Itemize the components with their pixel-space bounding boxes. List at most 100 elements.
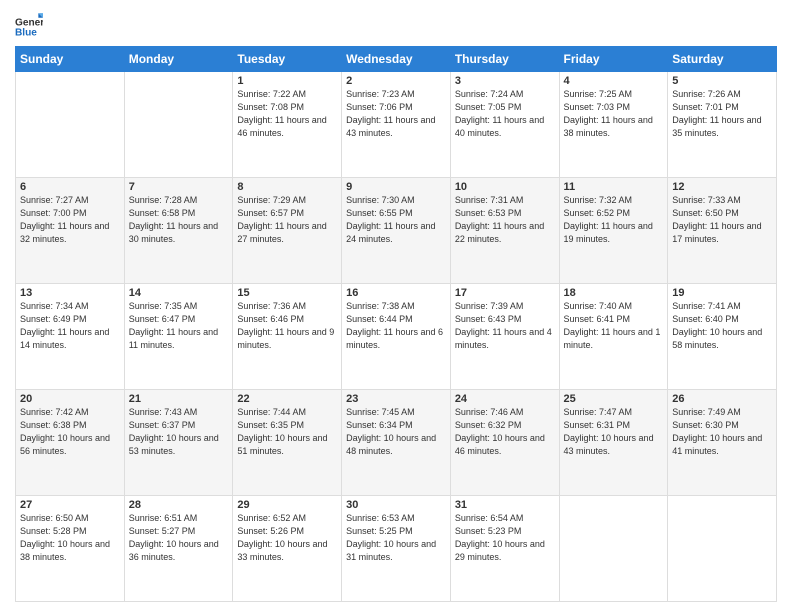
calendar-cell: 14Sunrise: 7:35 AMSunset: 6:47 PMDayligh…	[124, 284, 233, 390]
calendar-cell	[559, 496, 668, 602]
day-number: 24	[455, 393, 555, 405]
day-number: 13	[20, 287, 120, 299]
calendar-cell: 18Sunrise: 7:40 AMSunset: 6:41 PMDayligh…	[559, 284, 668, 390]
calendar-cell: 13Sunrise: 7:34 AMSunset: 6:49 PMDayligh…	[16, 284, 125, 390]
day-number: 11	[564, 181, 664, 193]
day-info: Sunrise: 7:47 AMSunset: 6:31 PMDaylight:…	[564, 406, 664, 458]
logo: General Blue	[15, 10, 43, 38]
calendar-cell: 20Sunrise: 7:42 AMSunset: 6:38 PMDayligh…	[16, 390, 125, 496]
calendar-cell: 17Sunrise: 7:39 AMSunset: 6:43 PMDayligh…	[450, 284, 559, 390]
weekday-monday: Monday	[124, 47, 233, 72]
calendar-cell: 3Sunrise: 7:24 AMSunset: 7:05 PMDaylight…	[450, 72, 559, 178]
day-number: 27	[20, 499, 120, 511]
calendar-table: SundayMondayTuesdayWednesdayThursdayFrid…	[15, 46, 777, 602]
calendar-cell: 26Sunrise: 7:49 AMSunset: 6:30 PMDayligh…	[668, 390, 777, 496]
day-info: Sunrise: 7:45 AMSunset: 6:34 PMDaylight:…	[346, 406, 446, 458]
day-info: Sunrise: 6:51 AMSunset: 5:27 PMDaylight:…	[129, 512, 229, 564]
day-info: Sunrise: 6:53 AMSunset: 5:25 PMDaylight:…	[346, 512, 446, 564]
day-number: 30	[346, 499, 446, 511]
day-info: Sunrise: 7:31 AMSunset: 6:53 PMDaylight:…	[455, 194, 555, 246]
weekday-saturday: Saturday	[668, 47, 777, 72]
calendar-cell	[124, 72, 233, 178]
day-info: Sunrise: 7:26 AMSunset: 7:01 PMDaylight:…	[672, 88, 772, 140]
day-info: Sunrise: 7:38 AMSunset: 6:44 PMDaylight:…	[346, 300, 446, 352]
page-header: General Blue	[15, 10, 777, 38]
calendar-cell: 2Sunrise: 7:23 AMSunset: 7:06 PMDaylight…	[342, 72, 451, 178]
calendar-cell: 8Sunrise: 7:29 AMSunset: 6:57 PMDaylight…	[233, 178, 342, 284]
day-info: Sunrise: 6:54 AMSunset: 5:23 PMDaylight:…	[455, 512, 555, 564]
day-number: 4	[564, 75, 664, 87]
day-number: 1	[237, 75, 337, 87]
day-info: Sunrise: 7:46 AMSunset: 6:32 PMDaylight:…	[455, 406, 555, 458]
day-info: Sunrise: 7:40 AMSunset: 6:41 PMDaylight:…	[564, 300, 664, 352]
calendar-week-2: 13Sunrise: 7:34 AMSunset: 6:49 PMDayligh…	[16, 284, 777, 390]
day-info: Sunrise: 7:22 AMSunset: 7:08 PMDaylight:…	[237, 88, 337, 140]
calendar-cell: 5Sunrise: 7:26 AMSunset: 7:01 PMDaylight…	[668, 72, 777, 178]
calendar-week-4: 27Sunrise: 6:50 AMSunset: 5:28 PMDayligh…	[16, 496, 777, 602]
calendar-cell: 24Sunrise: 7:46 AMSunset: 6:32 PMDayligh…	[450, 390, 559, 496]
weekday-sunday: Sunday	[16, 47, 125, 72]
calendar-cell: 23Sunrise: 7:45 AMSunset: 6:34 PMDayligh…	[342, 390, 451, 496]
calendar-cell: 4Sunrise: 7:25 AMSunset: 7:03 PMDaylight…	[559, 72, 668, 178]
calendar-cell: 12Sunrise: 7:33 AMSunset: 6:50 PMDayligh…	[668, 178, 777, 284]
day-info: Sunrise: 7:33 AMSunset: 6:50 PMDaylight:…	[672, 194, 772, 246]
calendar-week-0: 1Sunrise: 7:22 AMSunset: 7:08 PMDaylight…	[16, 72, 777, 178]
calendar-cell: 29Sunrise: 6:52 AMSunset: 5:26 PMDayligh…	[233, 496, 342, 602]
day-info: Sunrise: 7:25 AMSunset: 7:03 PMDaylight:…	[564, 88, 664, 140]
day-number: 9	[346, 181, 446, 193]
day-info: Sunrise: 7:32 AMSunset: 6:52 PMDaylight:…	[564, 194, 664, 246]
day-info: Sunrise: 7:39 AMSunset: 6:43 PMDaylight:…	[455, 300, 555, 352]
calendar-cell: 6Sunrise: 7:27 AMSunset: 7:00 PMDaylight…	[16, 178, 125, 284]
day-info: Sunrise: 7:35 AMSunset: 6:47 PMDaylight:…	[129, 300, 229, 352]
day-info: Sunrise: 7:43 AMSunset: 6:37 PMDaylight:…	[129, 406, 229, 458]
day-number: 3	[455, 75, 555, 87]
calendar-cell: 21Sunrise: 7:43 AMSunset: 6:37 PMDayligh…	[124, 390, 233, 496]
day-number: 10	[455, 181, 555, 193]
weekday-wednesday: Wednesday	[342, 47, 451, 72]
day-number: 2	[346, 75, 446, 87]
day-number: 22	[237, 393, 337, 405]
calendar-cell: 19Sunrise: 7:41 AMSunset: 6:40 PMDayligh…	[668, 284, 777, 390]
day-info: Sunrise: 7:28 AMSunset: 6:58 PMDaylight:…	[129, 194, 229, 246]
calendar-cell: 10Sunrise: 7:31 AMSunset: 6:53 PMDayligh…	[450, 178, 559, 284]
day-number: 12	[672, 181, 772, 193]
day-number: 19	[672, 287, 772, 299]
day-info: Sunrise: 7:34 AMSunset: 6:49 PMDaylight:…	[20, 300, 120, 352]
day-info: Sunrise: 6:50 AMSunset: 5:28 PMDaylight:…	[20, 512, 120, 564]
day-number: 25	[564, 393, 664, 405]
day-number: 29	[237, 499, 337, 511]
weekday-tuesday: Tuesday	[233, 47, 342, 72]
calendar-cell	[668, 496, 777, 602]
day-info: Sunrise: 7:44 AMSunset: 6:35 PMDaylight:…	[237, 406, 337, 458]
calendar-cell: 30Sunrise: 6:53 AMSunset: 5:25 PMDayligh…	[342, 496, 451, 602]
day-number: 7	[129, 181, 229, 193]
day-info: Sunrise: 7:41 AMSunset: 6:40 PMDaylight:…	[672, 300, 772, 352]
calendar-cell: 27Sunrise: 6:50 AMSunset: 5:28 PMDayligh…	[16, 496, 125, 602]
day-number: 21	[129, 393, 229, 405]
day-info: Sunrise: 7:24 AMSunset: 7:05 PMDaylight:…	[455, 88, 555, 140]
day-info: Sunrise: 7:42 AMSunset: 6:38 PMDaylight:…	[20, 406, 120, 458]
day-number: 17	[455, 287, 555, 299]
calendar-cell: 28Sunrise: 6:51 AMSunset: 5:27 PMDayligh…	[124, 496, 233, 602]
calendar-cell	[16, 72, 125, 178]
svg-text:Blue: Blue	[15, 28, 37, 38]
day-number: 15	[237, 287, 337, 299]
calendar-cell: 22Sunrise: 7:44 AMSunset: 6:35 PMDayligh…	[233, 390, 342, 496]
day-number: 26	[672, 393, 772, 405]
weekday-header-row: SundayMondayTuesdayWednesdayThursdayFrid…	[16, 47, 777, 72]
calendar-week-1: 6Sunrise: 7:27 AMSunset: 7:00 PMDaylight…	[16, 178, 777, 284]
day-info: Sunrise: 7:30 AMSunset: 6:55 PMDaylight:…	[346, 194, 446, 246]
day-number: 31	[455, 499, 555, 511]
calendar-cell: 7Sunrise: 7:28 AMSunset: 6:58 PMDaylight…	[124, 178, 233, 284]
day-info: Sunrise: 7:29 AMSunset: 6:57 PMDaylight:…	[237, 194, 337, 246]
calendar-week-3: 20Sunrise: 7:42 AMSunset: 6:38 PMDayligh…	[16, 390, 777, 496]
weekday-friday: Friday	[559, 47, 668, 72]
day-info: Sunrise: 7:23 AMSunset: 7:06 PMDaylight:…	[346, 88, 446, 140]
day-number: 14	[129, 287, 229, 299]
day-number: 8	[237, 181, 337, 193]
day-number: 23	[346, 393, 446, 405]
calendar-cell: 11Sunrise: 7:32 AMSunset: 6:52 PMDayligh…	[559, 178, 668, 284]
calendar-cell: 15Sunrise: 7:36 AMSunset: 6:46 PMDayligh…	[233, 284, 342, 390]
calendar-cell: 16Sunrise: 7:38 AMSunset: 6:44 PMDayligh…	[342, 284, 451, 390]
day-number: 18	[564, 287, 664, 299]
